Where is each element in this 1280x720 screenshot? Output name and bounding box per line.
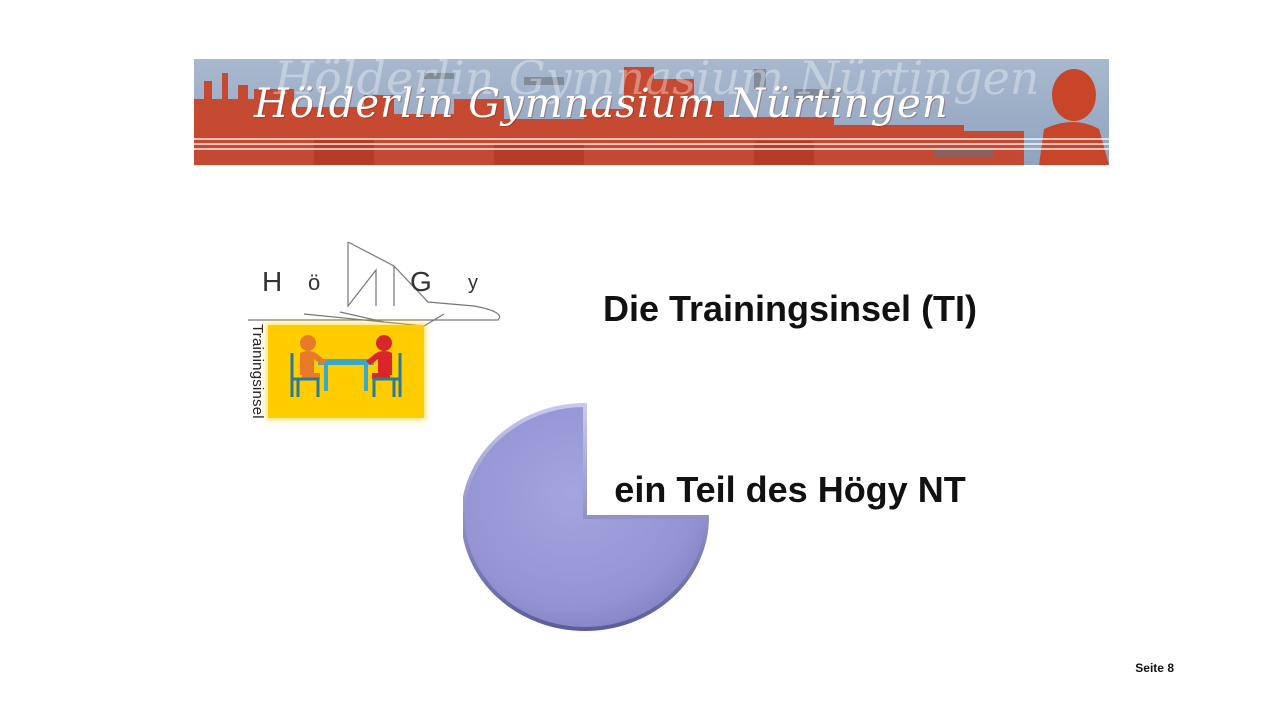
two-people-at-table-icon [290,335,402,397]
hoegy-trainingsinsel-logo: H ö G y Trainingsinsel [244,240,506,422]
slide: Hölderlin Gymnasium Nürtingen Hölderlin … [0,0,1280,720]
logo-letter-oe: ö [308,270,323,295]
slide-subtitle: ein Teil des Högy NT [614,469,966,510]
banner-title-script: Hölderlin Gymnasium Nürtingen [254,81,949,127]
pie-shape [461,401,713,635]
slide-title: Die Trainingsinsel (TI) [602,288,978,329]
page-number: Seite 8 [1135,661,1174,675]
logo-vertical-label: Trainingsinsel [249,324,266,419]
pie-three-quarter-graphic [461,402,710,631]
logo-letter-g: G [410,266,434,297]
school-banner: Hölderlin Gymnasium Nürtingen Hölderlin … [194,59,1109,165]
logo-letter-y: y [468,272,480,294]
logo-letter-h: H [262,266,285,297]
logo-yellow-box [268,325,424,418]
